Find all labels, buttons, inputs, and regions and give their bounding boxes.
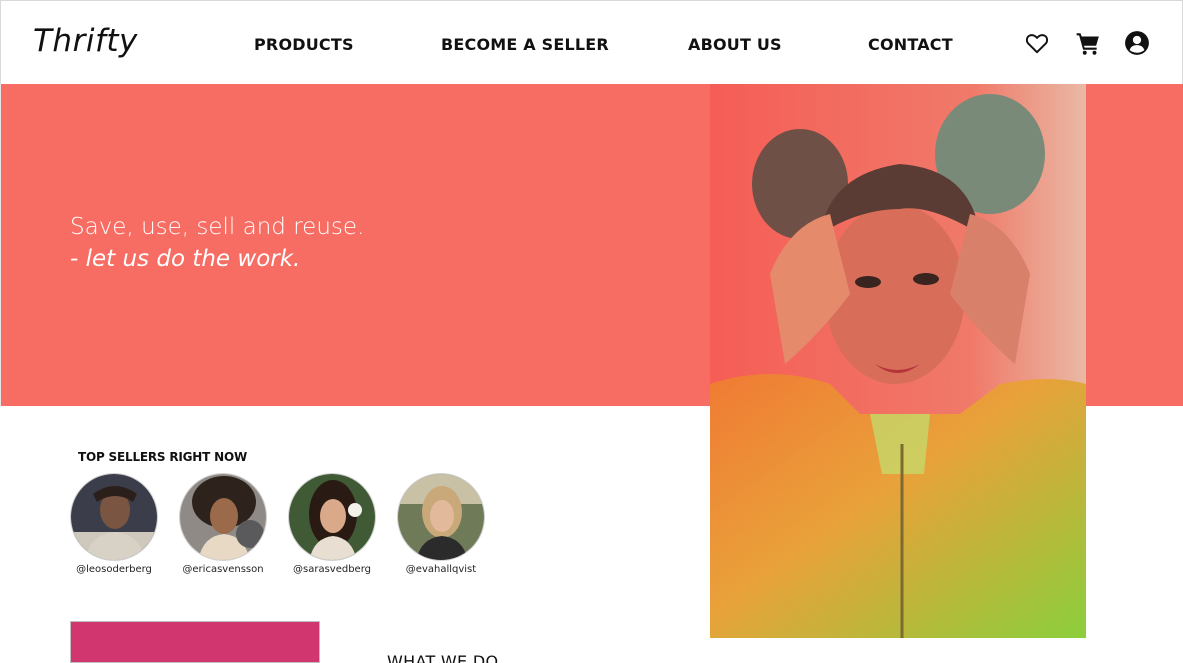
tagline-line-1: Save, use, sell and reuse. bbox=[70, 214, 365, 240]
hero-image bbox=[710, 84, 1086, 638]
cart-icon[interactable] bbox=[1075, 30, 1101, 56]
account-icon[interactable] bbox=[1124, 30, 1150, 56]
seller-handle[interactable]: @leosoderberg bbox=[69, 564, 159, 575]
avatar[interactable] bbox=[70, 473, 158, 561]
site-logo[interactable]: Thrifty bbox=[33, 23, 138, 59]
top-sellers-title: TOP SELLERS RIGHT NOW bbox=[78, 450, 247, 464]
site-header: Thrifty PRODUCTS BECOME A SELLER ABOUT U… bbox=[0, 0, 1183, 84]
seller-card[interactable]: @ericasvensson bbox=[178, 473, 268, 575]
section-heading: WHAT WE DO bbox=[387, 652, 499, 663]
avatar[interactable] bbox=[179, 473, 267, 561]
heart-icon[interactable] bbox=[1024, 30, 1050, 56]
feature-image bbox=[70, 621, 320, 663]
nav-contact[interactable]: CONTACT bbox=[868, 35, 953, 54]
seller-handle[interactable]: @sarasvedberg bbox=[287, 564, 377, 575]
seller-card[interactable]: @leosoderberg bbox=[69, 473, 159, 575]
avatar[interactable] bbox=[288, 473, 376, 561]
seller-handle[interactable]: @ericasvensson bbox=[178, 564, 268, 575]
nav-products[interactable]: PRODUCTS bbox=[254, 35, 354, 54]
tagline-line-2: - let us do the work. bbox=[70, 246, 301, 272]
seller-handle[interactable]: @evahallqvist bbox=[396, 564, 486, 575]
seller-card[interactable]: @sarasvedberg bbox=[287, 473, 377, 575]
nav-become-a-seller[interactable]: BECOME A SELLER bbox=[441, 35, 609, 54]
hero-tagline: Save, use, sell and reuse. - let us do t… bbox=[70, 211, 364, 275]
seller-card[interactable]: @evahallqvist bbox=[396, 473, 486, 575]
avatar[interactable] bbox=[397, 473, 485, 561]
nav-about-us[interactable]: ABOUT US bbox=[688, 35, 782, 54]
